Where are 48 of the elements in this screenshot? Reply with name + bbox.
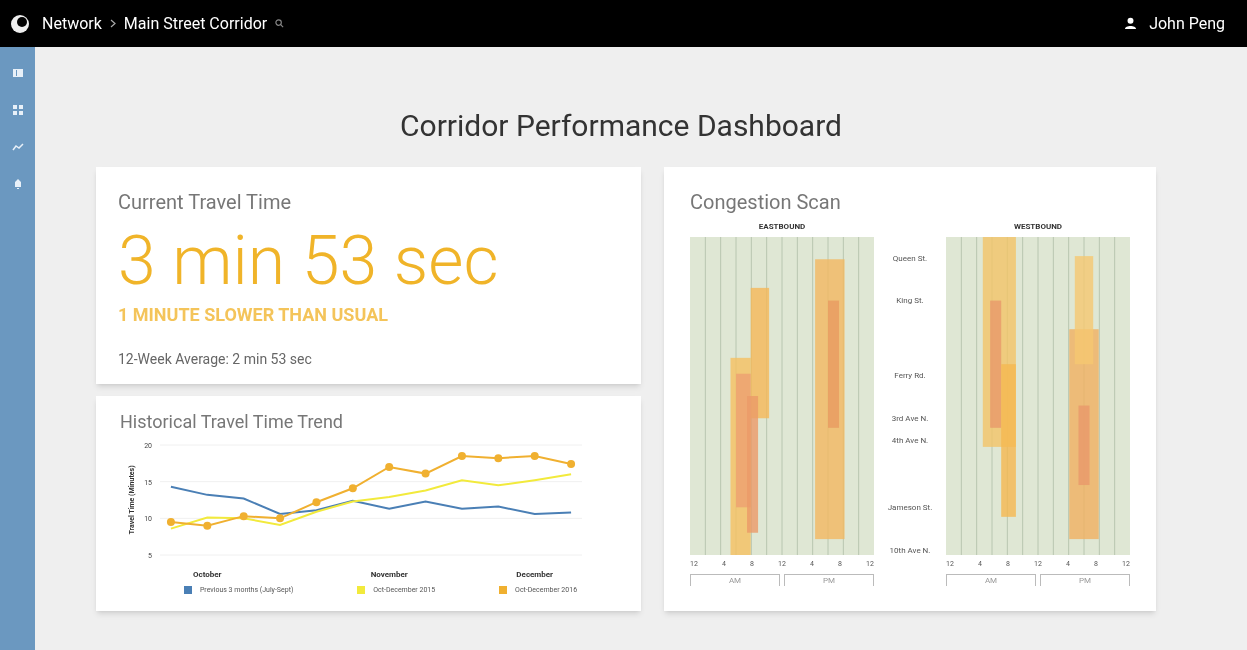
logo-icon[interactable] xyxy=(10,13,30,34)
street-label: Queen St. xyxy=(891,253,929,265)
legend-swatch xyxy=(499,586,508,595)
street-label: 10th Ave N. xyxy=(888,545,932,557)
data-point xyxy=(166,518,175,526)
chevron-icon xyxy=(109,19,116,28)
user-icon xyxy=(1124,17,1138,30)
legend-swatch xyxy=(357,586,366,595)
card-title: Historical Travel Time Trend xyxy=(120,410,344,434)
travel-time-status: 1 MINUTE SLOWER THAN USUAL xyxy=(118,303,389,327)
data-point xyxy=(385,463,394,471)
page-title: Corridor Performance Dashboard xyxy=(400,111,842,141)
data-point xyxy=(348,484,357,493)
data-point xyxy=(421,469,430,478)
trend-icon[interactable] xyxy=(11,141,24,153)
direction-label: WESTBOUND xyxy=(1013,221,1063,233)
user-name[interactable]: John Peng xyxy=(1149,11,1225,36)
data-point xyxy=(494,454,503,463)
grid-icon[interactable] xyxy=(11,104,24,116)
x-tick-label: November xyxy=(370,570,408,579)
data-point xyxy=(312,498,321,507)
period-label: PM xyxy=(823,576,835,586)
data-point xyxy=(457,452,466,460)
card-title: Congestion Scan xyxy=(690,189,842,216)
panel-icon[interactable] xyxy=(11,67,24,79)
data-point xyxy=(203,521,212,530)
x-tick-label: December xyxy=(516,570,554,579)
data-point xyxy=(276,514,285,523)
street-label: Jameson St. xyxy=(886,502,934,514)
period-label: AM xyxy=(728,576,742,586)
period-label: AM xyxy=(984,576,998,586)
street-label: Ferry Rd. xyxy=(893,370,927,382)
average-text: 12-Week Average: 2 min 53 sec xyxy=(118,350,313,369)
data-point xyxy=(567,460,576,469)
card-title: Current Travel Time xyxy=(118,189,293,216)
street-label: King St. xyxy=(895,295,925,307)
legend-swatch xyxy=(183,586,192,595)
breadcrumb-link[interactable]: Main Street Corridor xyxy=(123,11,268,36)
period-label: PM xyxy=(1079,576,1091,586)
data-point xyxy=(530,452,539,460)
street-label: 3rd Ave N. xyxy=(890,413,930,425)
data-point xyxy=(239,512,248,521)
x-tick-label: October xyxy=(193,570,222,579)
search-icon[interactable] xyxy=(275,19,285,28)
breadcrumb-link[interactable]: Network xyxy=(42,11,102,36)
street-label: 4th Ave N. xyxy=(890,435,930,447)
travel-time-value: 3 min 53 sec xyxy=(118,227,500,295)
direction-label: EASTBOUND xyxy=(758,221,806,233)
